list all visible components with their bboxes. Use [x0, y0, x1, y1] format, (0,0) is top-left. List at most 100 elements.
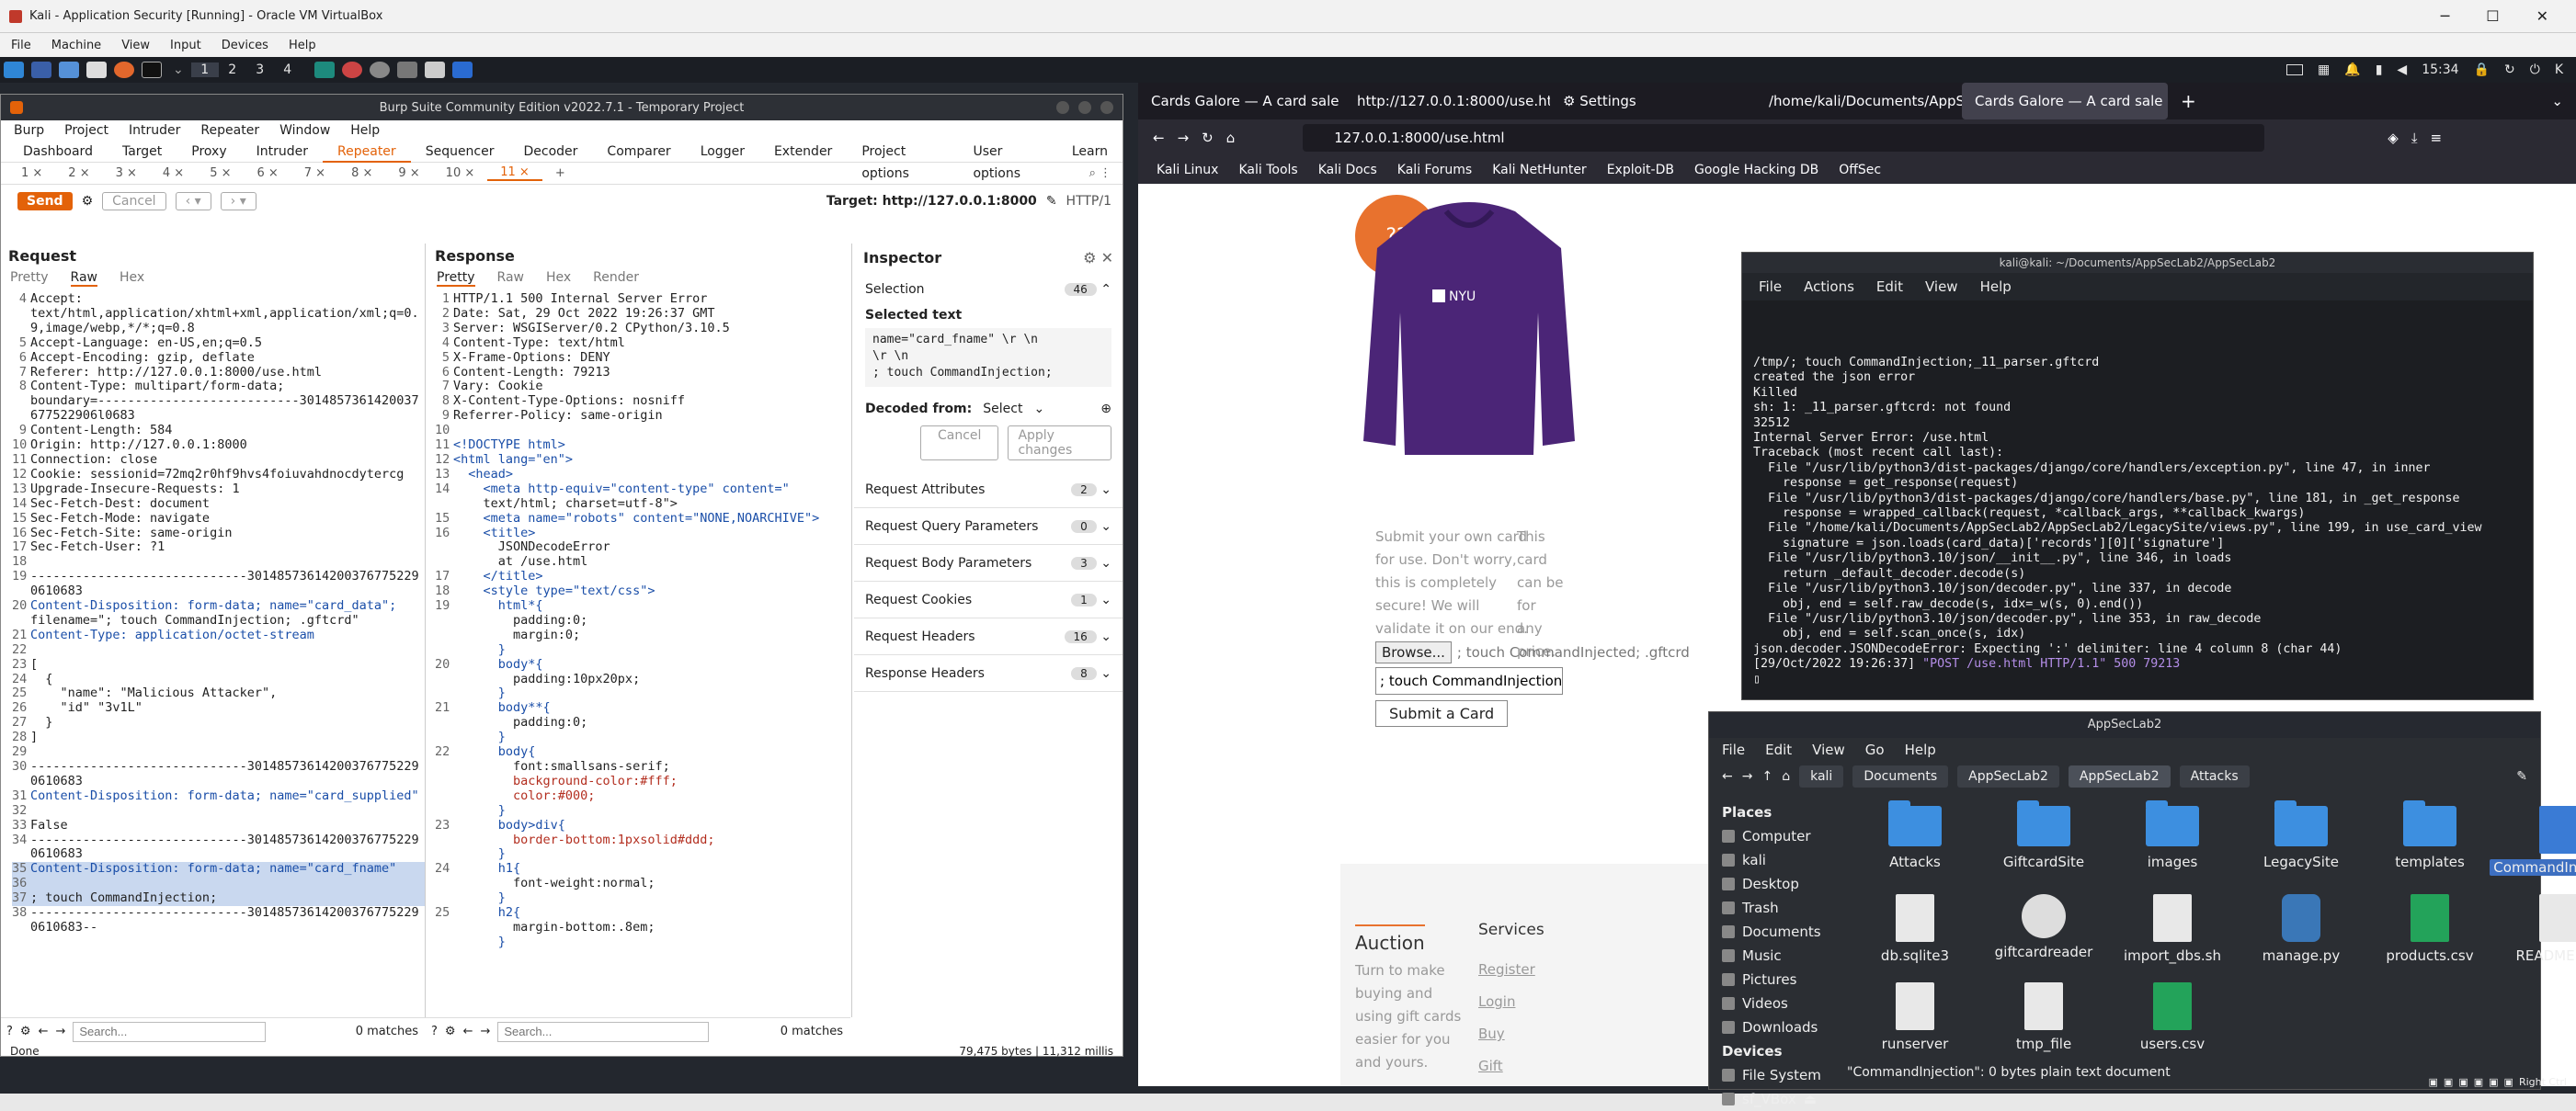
- bookmark-kali-nethunter[interactable]: Kali NetHunter: [1492, 163, 1586, 177]
- request-tab-hex[interactable]: Hex: [120, 270, 144, 287]
- fm-menu-edit[interactable]: Edit: [1765, 742, 1792, 758]
- place-documents[interactable]: Documents: [1722, 920, 1841, 944]
- chevron-down-icon[interactable]: ⌄: [173, 62, 184, 77]
- tab-proxy[interactable]: Proxy: [177, 141, 241, 163]
- file-item[interactable]: manage.py: [2237, 889, 2365, 977]
- back-icon[interactable]: ←: [1722, 769, 1733, 784]
- request-editor[interactable]: 4 Accept: text/html,application/xhtml+xml,…: [1, 289, 425, 985]
- request-search-input[interactable]: [73, 1021, 267, 1042]
- burp-menu-window[interactable]: Window: [279, 123, 330, 138]
- burp-menu-repeater[interactable]: Repeater: [200, 123, 259, 138]
- maximize-icon[interactable]: ☐: [2486, 7, 2499, 25]
- tab-dashboard[interactable]: Dashboard: [8, 141, 108, 163]
- tab-logger[interactable]: Logger: [686, 141, 759, 163]
- response-tab-raw[interactable]: Raw: [497, 270, 524, 287]
- bookmark-kali-forums[interactable]: Kali Forums: [1397, 163, 1472, 177]
- tab-comparer[interactable]: Comparer: [592, 141, 685, 163]
- fm-menu-help[interactable]: Help: [1905, 742, 1936, 758]
- file-item[interactable]: GiftcardSite: [1979, 800, 2108, 889]
- tab-repeater[interactable]: Repeater: [323, 141, 411, 163]
- volume-icon[interactable]: ◀: [2397, 62, 2407, 77]
- menu-file[interactable]: File: [11, 39, 31, 52]
- back-icon[interactable]: ←: [1153, 130, 1165, 146]
- prev-icon[interactable]: ←: [463, 1025, 473, 1038]
- place-kali[interactable]: kali: [1722, 848, 1841, 872]
- repeater-tab-2[interactable]: 2 ×: [55, 166, 102, 180]
- workspace-1[interactable]: 1: [190, 62, 219, 77]
- prev-icon[interactable]: ←: [39, 1025, 49, 1038]
- repeater-tab-10[interactable]: 10 ×: [433, 166, 488, 180]
- power-icon[interactable]: ⏻: [2530, 62, 2540, 77]
- crumb[interactable]: Documents: [1852, 765, 1949, 788]
- terminal-menu-edit[interactable]: Edit: [1876, 278, 1903, 295]
- app-icon[interactable]: [341, 62, 362, 78]
- inspector-section[interactable]: Request Body Parameters 3 ⌄: [854, 545, 1123, 582]
- tab-extender[interactable]: Extender: [759, 141, 847, 163]
- browse-button[interactable]: Browse...: [1375, 641, 1452, 663]
- fm-menu-view[interactable]: View: [1812, 742, 1845, 758]
- place-downloads[interactable]: Downloads: [1722, 1015, 1841, 1039]
- login-link[interactable]: Login: [1478, 986, 1535, 1018]
- file-item[interactable]: templates: [2365, 800, 2494, 889]
- add-icon[interactable]: ⊕: [1100, 402, 1111, 416]
- terminal-icon[interactable]: [142, 62, 162, 78]
- desktop-icon[interactable]: [31, 62, 51, 78]
- browser-tab[interactable]: /home/kali/Documents/AppS: [1756, 83, 1962, 119]
- chevron-down-icon[interactable]: ⌄: [2551, 93, 2576, 109]
- buy-link[interactable]: Buy: [1478, 1018, 1535, 1050]
- selection-section[interactable]: Selection 46 ⌃: [854, 271, 1123, 308]
- help-icon[interactable]: ?: [6, 1025, 13, 1038]
- bell-icon[interactable]: 🔔: [2344, 62, 2360, 77]
- file-item[interactable]: CommandInjection: [2490, 800, 2576, 889]
- repeater-tab-1[interactable]: 1 ×: [8, 166, 55, 180]
- download-icon[interactable]: ⤓: [2411, 130, 2418, 146]
- menu-icon[interactable]: ≡: [2430, 130, 2442, 146]
- repeater-tab-6[interactable]: 6 ×: [244, 166, 291, 180]
- tab-project-options[interactable]: Project options: [847, 141, 958, 181]
- repeater-tab-11[interactable]: 11 ×: [487, 165, 542, 181]
- crumb[interactable]: Attacks: [2179, 765, 2250, 788]
- apply-changes-button[interactable]: Apply changes: [1008, 425, 1111, 460]
- close-icon[interactable]: [1100, 101, 1113, 114]
- browser-tab[interactable]: ⚙ Settings: [1550, 83, 1756, 119]
- file-item[interactable]: giftcardreader: [1979, 889, 2108, 977]
- file-item[interactable]: Attacks: [1851, 800, 1979, 889]
- help-icon[interactable]: ?: [431, 1025, 438, 1038]
- back-button[interactable]: ‹ ▾: [175, 192, 211, 210]
- files-icon[interactable]: [59, 62, 79, 78]
- request-tab-pretty[interactable]: Pretty: [10, 270, 49, 287]
- menu-input[interactable]: Input: [170, 39, 201, 52]
- new-tab-button[interactable]: +: [2168, 90, 2196, 112]
- file-item[interactable]: db.sqlite3: [1851, 889, 1979, 977]
- next-icon[interactable]: →: [55, 1025, 65, 1038]
- repeater-tab-3[interactable]: 3 ×: [103, 166, 150, 180]
- place-trash[interactable]: Trash: [1722, 896, 1841, 920]
- file-item[interactable]: runserver: [1851, 977, 1979, 1065]
- menu-view[interactable]: View: [121, 39, 150, 52]
- forward-icon[interactable]: →: [1178, 130, 1190, 146]
- close-icon[interactable]: ✕: [2536, 7, 2548, 25]
- burp-menu-burp[interactable]: Burp: [14, 123, 44, 138]
- gear-icon[interactable]: ⚙: [20, 1025, 31, 1038]
- display-icon[interactable]: [2286, 64, 2304, 75]
- app-icon[interactable]: [451, 62, 473, 78]
- menu-machine[interactable]: Machine: [51, 39, 101, 52]
- tab-user-options[interactable]: User options: [958, 141, 1056, 181]
- network-icon[interactable]: ▦: [2318, 62, 2330, 77]
- gear-icon[interactable]: ⚙: [82, 194, 94, 209]
- inspector-section[interactable]: Request Headers 16 ⌄: [854, 618, 1123, 655]
- menu-devices[interactable]: Devices: [222, 39, 268, 52]
- file-item[interactable]: README.md: [2494, 889, 2576, 977]
- tab-learn[interactable]: Learn: [1057, 141, 1123, 163]
- url-bar[interactable]: 127.0.0.1:8000/use.html: [1303, 124, 2265, 152]
- forward-button[interactable]: › ▾: [220, 192, 256, 210]
- home-icon[interactable]: ⌂: [1782, 769, 1790, 784]
- workspace-4[interactable]: 4: [274, 62, 302, 77]
- response-editor[interactable]: 1 HTTP/1.1 500 Internal Server Error 2 Date…: [427, 289, 851, 985]
- pocket-icon[interactable]: ◈: [2388, 130, 2399, 146]
- file-item[interactable]: import_dbs.sh: [2108, 889, 2237, 977]
- terminal-output[interactable]: /tmp/; touch CommandInjection;_11_parser…: [1742, 300, 2533, 699]
- burp-menu-help[interactable]: Help: [350, 123, 380, 138]
- register-link[interactable]: Register: [1478, 954, 1535, 986]
- forward-icon[interactable]: →: [1742, 769, 1753, 784]
